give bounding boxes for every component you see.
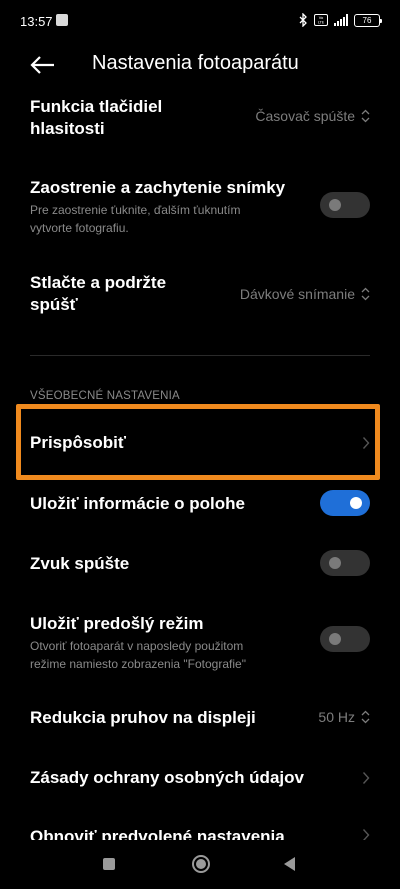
focus-capture-toggle[interactable] xyxy=(320,192,370,218)
svg-text:LTE: LTE xyxy=(318,20,325,24)
row-title: Uložiť informácie o polohe xyxy=(30,494,245,513)
signal-icon xyxy=(334,14,348,26)
row-value[interactable]: 50 Hz xyxy=(318,709,370,725)
row-subtitle-line2: vytvorte fotografiu. xyxy=(30,221,129,235)
back-arrow-icon[interactable] xyxy=(28,52,60,78)
up-down-chevron-icon xyxy=(361,287,370,301)
toggle-knob xyxy=(329,633,341,645)
row-subtitle: Otvoriť fotoaparát v naposledy použitom xyxy=(30,639,244,653)
navigation-bar xyxy=(0,840,400,889)
volume-buttons-value: Časovač spúšte xyxy=(255,108,355,124)
toggle-knob xyxy=(329,557,341,569)
row-title: Zvuk spúšte xyxy=(30,554,130,573)
page-title: Nastavenia fotoaparátu xyxy=(92,52,299,74)
row-title-line2: hlasitosti xyxy=(30,119,105,138)
row-value[interactable]: Časovač spúšte xyxy=(255,108,370,124)
save-previous-mode-toggle[interactable] xyxy=(320,626,370,652)
row-title: Redukcia pruhov na displeji xyxy=(30,708,256,727)
toggle-knob xyxy=(329,199,341,211)
highlight-box xyxy=(16,404,380,480)
save-location-toggle[interactable] xyxy=(320,490,370,516)
battery-icon: 76 xyxy=(354,13,382,27)
nav-back-icon[interactable] xyxy=(284,857,295,871)
volume-buttons-function-row[interactable]: Funkcia tlačidiel hlasitosti Časovač spú… xyxy=(0,94,400,150)
row-subtitle: Pre zaostrenie ťuknite, ďalším ťuknutím xyxy=(30,203,241,217)
banding-reduction-value: 50 Hz xyxy=(318,709,355,725)
focus-and-capture-row[interactable]: Zaostrenie a zachytenie snímky Pre zaost… xyxy=(0,175,400,239)
save-previous-mode-row[interactable]: Uložiť predošlý režim Otvoriť fotoaparát… xyxy=(0,611,400,675)
header: Nastavenia fotoaparátu xyxy=(0,44,400,86)
row-title: Zásady ochrany osobných údajov xyxy=(30,768,304,787)
chevron-right-icon xyxy=(362,829,370,840)
row-title-line2: spúšť xyxy=(30,295,78,314)
up-down-chevron-icon xyxy=(361,109,370,123)
battery-level: 76 xyxy=(362,15,372,25)
notification-icon xyxy=(56,14,68,26)
save-location-row[interactable]: Uložiť informácie o polohe xyxy=(0,484,400,524)
up-down-chevron-icon xyxy=(361,710,370,724)
shutter-sound-toggle[interactable] xyxy=(320,550,370,576)
status-icons: Vo LTE 76 xyxy=(298,13,382,27)
home-icon[interactable] xyxy=(192,855,210,873)
press-and-hold-shutter-row[interactable]: Stlačte a podržte spúšť Dávkové snímanie xyxy=(0,272,400,328)
volte-icon: Vo LTE xyxy=(314,14,328,26)
row-title: Funkcia tlačidiel xyxy=(30,97,163,116)
press-hold-value: Dávkové snímanie xyxy=(239,286,355,302)
status-time: 13:57 xyxy=(20,14,53,29)
banding-reduction-row[interactable]: Redukcia pruhov na displeji 50 Hz xyxy=(0,698,400,738)
section-divider xyxy=(30,355,370,356)
bluetooth-icon xyxy=(299,13,307,27)
row-title: Uložiť predošlý režim xyxy=(30,614,204,633)
row-value[interactable]: Dávkové snímanie xyxy=(240,286,370,302)
row-title: Stlačte a podržte xyxy=(30,273,167,292)
shutter-sound-row[interactable]: Zvuk spúšte xyxy=(0,544,400,584)
section-header-general: VŠEOBECNÉ NASTAVENIA xyxy=(30,390,180,402)
toggle-knob xyxy=(350,497,362,509)
recents-icon[interactable] xyxy=(103,858,115,870)
restore-defaults-row[interactable]: Obnoviť predvolené nastavenia xyxy=(0,818,400,840)
chevron-right-icon xyxy=(362,772,370,784)
row-title: Obnoviť predvolené nastavenia xyxy=(30,827,285,840)
row-subtitle-line2: režime namiesto zobrazenia "Fotografie" xyxy=(30,657,246,671)
status-bar: 13:57 Vo LTE 76 xyxy=(0,0,400,44)
privacy-policy-row[interactable]: Zásady ochrany osobných údajov xyxy=(0,758,400,798)
row-title: Zaostrenie a zachytenie snímky xyxy=(30,178,286,197)
